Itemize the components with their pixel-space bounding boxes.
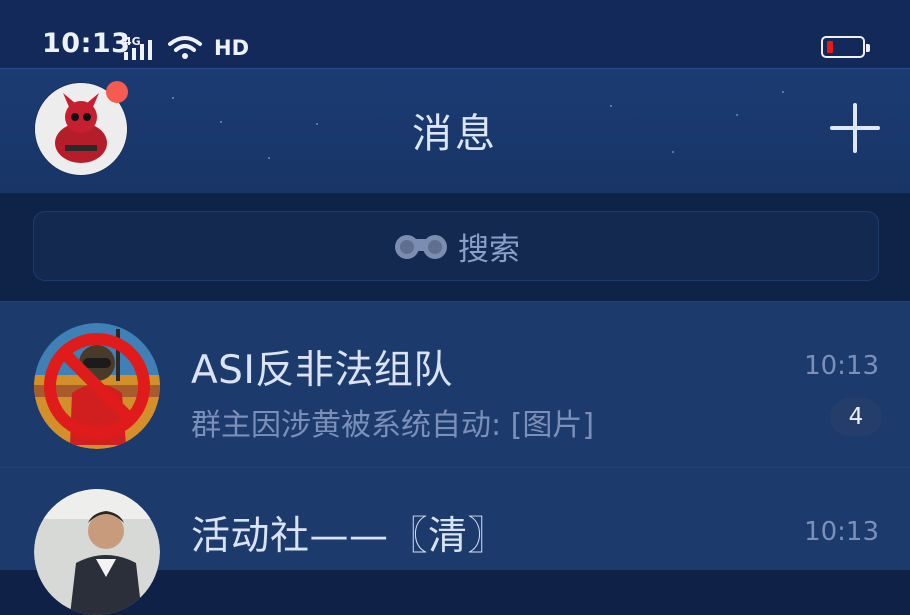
hd-icon: HD [214, 36, 250, 60]
status-icons: 4G HD [124, 30, 249, 60]
conversation-list: ASI反非法组队 群主因涉黄被系统自动: [图片] 10:13 4 活动社——〖 [0, 301, 910, 615]
group-avatar [34, 489, 160, 615]
page-title: 消息 [412, 111, 498, 157]
status-bar: 10:13 4G HD [0, 0, 910, 68]
unread-badge: 4 [830, 398, 882, 436]
notification-dot [106, 81, 128, 103]
binoculars-icon [392, 229, 450, 263]
conversation-time: 10:13 [804, 517, 879, 547]
conversation-name: ASI反非法组队 [191, 348, 453, 393]
conversation-item[interactable]: 活动社——〖清〗 10:13 [0, 467, 910, 615]
network-type: 4G [124, 35, 141, 48]
add-icon[interactable] [830, 103, 880, 153]
wifi-icon [166, 34, 204, 60]
signal-icon: 4G [124, 35, 156, 60]
search-area: 搜索 [0, 193, 910, 301]
conversation-time: 10:13 [804, 351, 879, 381]
search-box[interactable]: 搜索 [33, 211, 879, 281]
battery-icon [821, 36, 870, 58]
conversation-item[interactable]: ASI反非法组队 群主因涉黄被系统自动: [图片] 10:13 4 [0, 301, 910, 467]
group-avatar [34, 323, 160, 449]
conversation-name: 活动社——〖清〗 [191, 514, 508, 559]
status-time: 10:13 [42, 28, 131, 59]
conversation-preview: 群主因涉黄被系统自动: [图片] [191, 408, 595, 443]
battery-level [827, 41, 833, 53]
header: 消息 [0, 68, 910, 193]
search-placeholder: 搜索 [458, 231, 520, 268]
